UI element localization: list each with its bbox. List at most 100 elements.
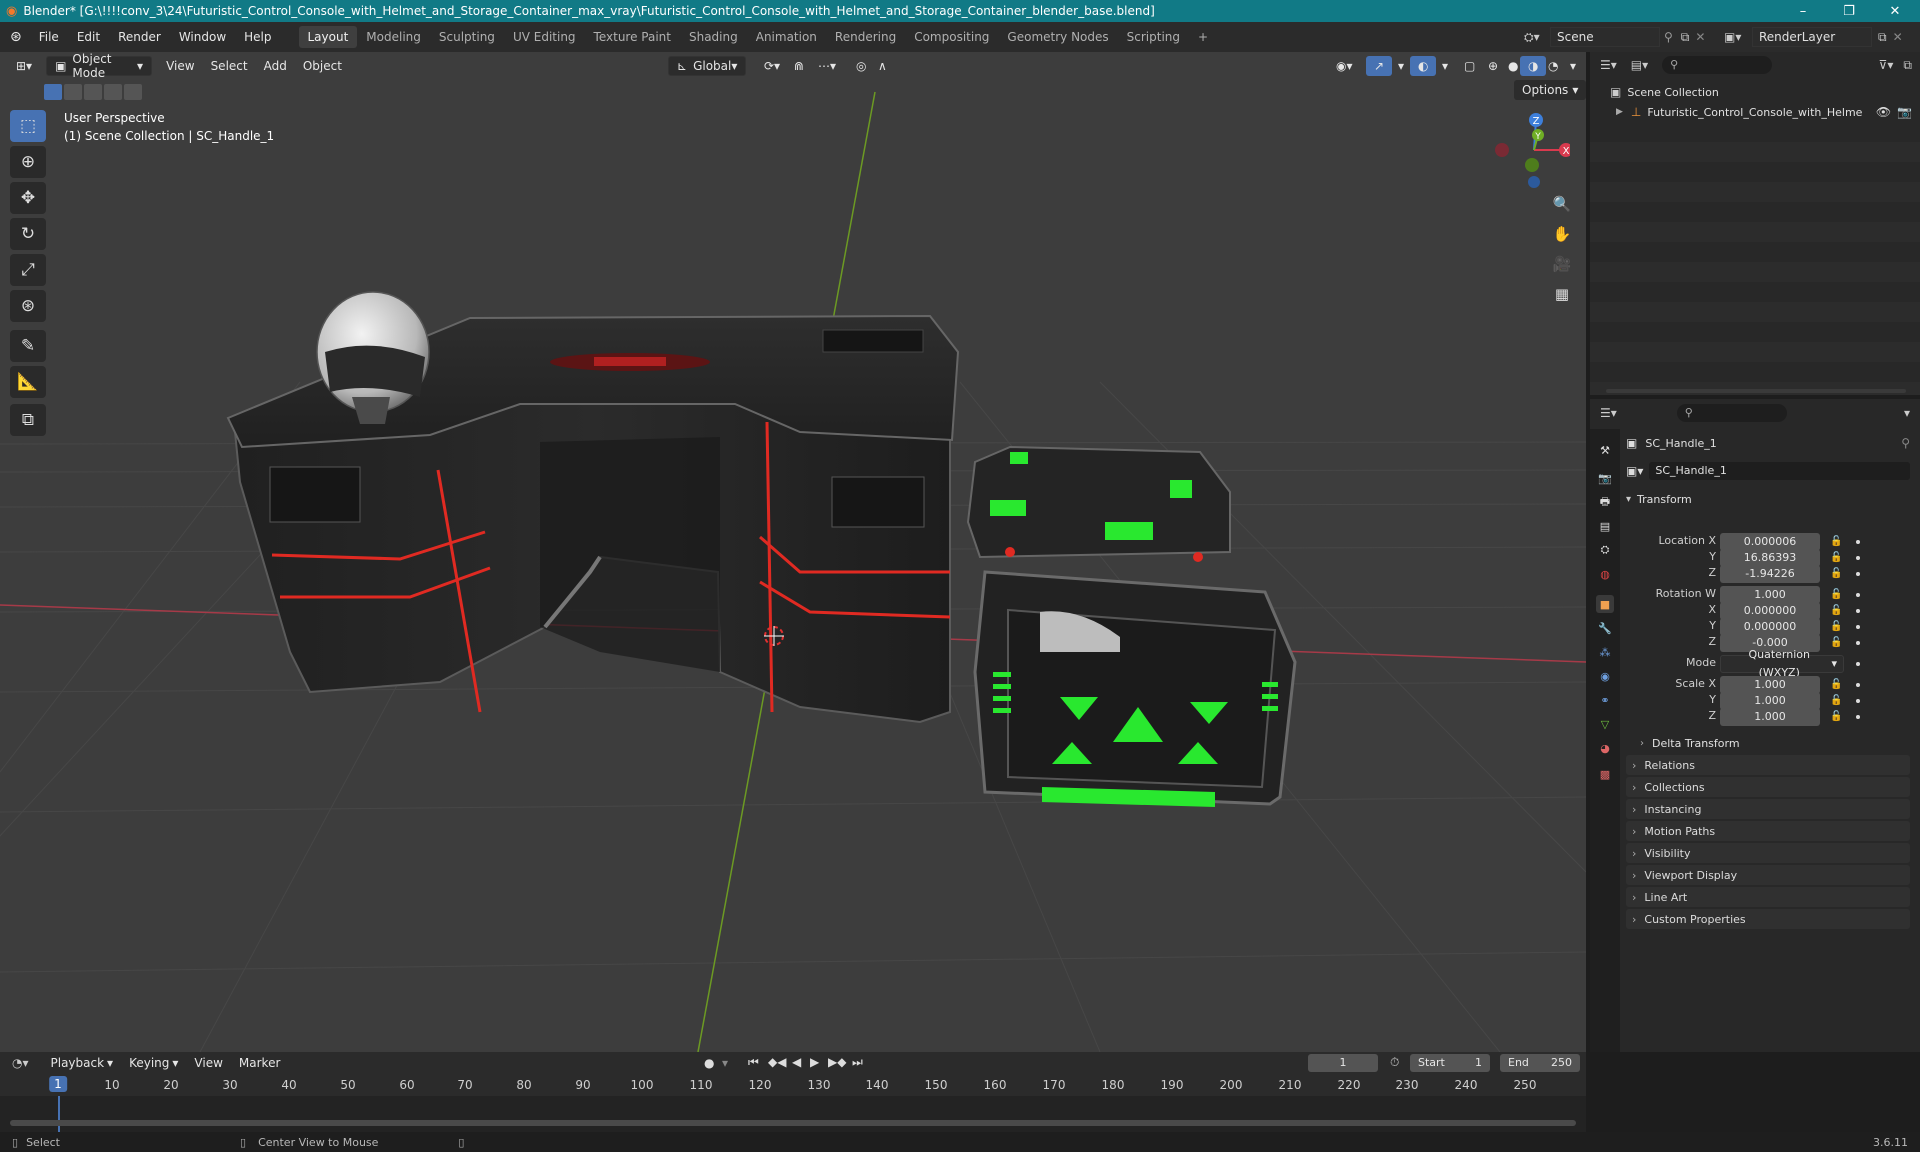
modifier-tab-icon[interactable]: 🔧: [1596, 619, 1614, 637]
render-tab-icon[interactable]: 📷: [1596, 469, 1614, 487]
maximize-button[interactable]: ❐: [1826, 0, 1872, 22]
keyframe-dot[interactable]: [1856, 683, 1860, 687]
workspace-tab-geometry-nodes[interactable]: Geometry Nodes: [998, 26, 1117, 48]
new-scene-icon[interactable]: ⧉: [1681, 30, 1690, 45]
keyframe-dot[interactable]: [1856, 593, 1860, 597]
workspace-tab-animation[interactable]: Animation: [747, 26, 826, 48]
keyframe-dot[interactable]: [1856, 641, 1860, 645]
record-icon[interactable]: ●: [704, 1056, 714, 1070]
stopwatch-icon[interactable]: ⏱: [1390, 1055, 1399, 1070]
snap-target-icon[interactable]: ⋯▾: [810, 56, 844, 76]
add-cube-tool[interactable]: ⧉: [10, 404, 46, 436]
lock-icon[interactable]: 🔓: [1830, 605, 1842, 616]
workspace-tab-scripting[interactable]: Scripting: [1118, 26, 1189, 48]
options-dropdown[interactable]: Options ▾: [1514, 80, 1586, 100]
play-icon[interactable]: ▶: [810, 1055, 819, 1069]
material-tab-icon[interactable]: ◕: [1596, 739, 1614, 757]
zoom-icon[interactable]: 🔍: [1548, 190, 1576, 218]
delete-layer-icon[interactable]: ✕: [1893, 30, 1903, 44]
properties-search-field[interactable]: ⚲: [1676, 404, 1787, 422]
timeline-menu-marker[interactable]: Marker: [231, 1053, 288, 1073]
lock-icon[interactable]: 🔓: [1830, 621, 1842, 632]
camera-view-icon[interactable]: 🎥: [1548, 250, 1576, 278]
overlays-dropdown-icon[interactable]: ▾: [1434, 56, 1456, 76]
gizmo-toggle-icon[interactable]: ↗: [1366, 56, 1393, 76]
gizmo-neg-y-handle[interactable]: [1525, 158, 1539, 172]
end-frame-field[interactable]: End 250: [1500, 1054, 1580, 1072]
storage-container-model[interactable]: [973, 570, 1297, 807]
lock-icon[interactable]: 🔓: [1830, 695, 1842, 706]
menu-render[interactable]: Render: [109, 30, 170, 44]
delta-transform-subpanel[interactable]: › Delta Transform: [1640, 733, 1910, 753]
select-intersect-icon[interactable]: [124, 84, 142, 100]
viewport-menu-add[interactable]: Add: [256, 56, 295, 76]
select-invert-icon[interactable]: [104, 84, 122, 100]
workspace-tab-modeling[interactable]: Modeling: [357, 26, 430, 48]
workspace-tab-uv-editing[interactable]: UV Editing: [504, 26, 585, 48]
next-keyframe-icon[interactable]: ▶◆: [828, 1055, 846, 1069]
timeline-menu-view[interactable]: View: [186, 1053, 230, 1073]
menu-file[interactable]: File: [30, 30, 68, 44]
timeline-editor-icon[interactable]: ◔▾: [12, 1056, 29, 1070]
storage-container-lid-model[interactable]: [966, 445, 1231, 562]
menu-edit[interactable]: Edit: [68, 30, 109, 44]
select-extend-icon[interactable]: [64, 84, 82, 100]
gizmo-neg-z-handle[interactable]: [1528, 176, 1540, 188]
pin-icon[interactable]: ⚲: [1664, 30, 1673, 44]
timeline-scrollbar[interactable]: [10, 1120, 1576, 1126]
ortho-grid-icon[interactable]: ▦: [1548, 280, 1576, 308]
object-tab-icon[interactable]: ■: [1596, 595, 1614, 613]
pan-hand-icon[interactable]: ✋: [1548, 220, 1576, 248]
view-layer-tab-icon[interactable]: ▤: [1596, 517, 1614, 535]
scene-icon[interactable]: ⛭▾: [1524, 30, 1550, 45]
frame-ruler[interactable]: 1 10 20 30 40 50 60 70 80 90 100 110 120…: [0, 1074, 1586, 1096]
transform-tool[interactable]: ⊛: [10, 290, 46, 322]
keyframe-dot[interactable]: [1856, 625, 1860, 629]
line-art-panel[interactable]: › Line Art: [1626, 887, 1910, 907]
properties-options-icon[interactable]: ▾: [1904, 406, 1910, 420]
rotate-tool[interactable]: ↻: [10, 218, 46, 250]
camera-icon[interactable]: 📷: [1897, 105, 1912, 119]
3d-cursor-icon[interactable]: [764, 626, 784, 646]
output-tab-icon[interactable]: 🖶: [1596, 493, 1614, 511]
move-tool[interactable]: ✥: [10, 182, 46, 214]
play-reverse-icon[interactable]: ◀: [792, 1055, 801, 1069]
visibility-panel[interactable]: › Visibility: [1626, 843, 1910, 863]
annotate-tool[interactable]: ✎: [10, 330, 46, 362]
datablock-name-field[interactable]: SC_Handle_1: [1649, 462, 1910, 480]
keyframe-dot[interactable]: [1856, 540, 1860, 544]
workspace-tab-rendering[interactable]: Rendering: [826, 26, 905, 48]
filter-icon[interactable]: ⊽▾: [1879, 58, 1894, 72]
gizmo-dropdown-icon[interactable]: ▾: [1390, 56, 1412, 76]
custom-properties-panel[interactable]: › Custom Properties: [1626, 909, 1910, 929]
jump-start-icon[interactable]: ⏮: [748, 1055, 759, 1070]
lock-icon[interactable]: 🔓: [1830, 679, 1842, 690]
world-tab-icon[interactable]: ◍: [1596, 565, 1614, 583]
timeline-menu-playback[interactable]: Playback ▾: [43, 1053, 122, 1073]
transform-orientation-dropdown[interactable]: ⊾ Global ▾: [668, 56, 746, 76]
outliner-search-field[interactable]: ⚲: [1662, 56, 1773, 74]
object-mode-dropdown[interactable]: ▣ Object Mode ▾: [46, 52, 153, 80]
outliner-item[interactable]: ▶ ⊥ Futuristic_Control_Console_with_Helm…: [1616, 102, 1916, 122]
datablock-browse-icon[interactable]: ▣▾: [1626, 464, 1643, 478]
transform-panel-header[interactable]: ▾ Transform: [1626, 489, 1910, 509]
lock-icon[interactable]: 🔓: [1830, 711, 1842, 722]
blender-menu-icon[interactable]: ⊛: [10, 29, 22, 45]
outliner-scene-collection[interactable]: ▣ Scene Collection: [1610, 82, 1719, 102]
select-subtract-icon[interactable]: [84, 84, 102, 100]
tool-tab-icon[interactable]: ⚒: [1596, 441, 1614, 459]
expand-arrow-icon[interactable]: ▶: [1616, 107, 1623, 117]
prev-keyframe-icon[interactable]: ◆◀: [768, 1055, 786, 1069]
keyframe-dot[interactable]: [1856, 572, 1860, 576]
playhead-line[interactable]: [58, 1096, 60, 1132]
lock-icon[interactable]: 🔓: [1830, 536, 1842, 547]
current-frame-field[interactable]: 1: [1308, 1054, 1378, 1072]
new-layer-icon[interactable]: ⧉: [1878, 30, 1887, 45]
minimize-button[interactable]: –: [1780, 0, 1826, 22]
snap-icon[interactable]: ⋒: [786, 56, 812, 76]
jump-end-icon[interactable]: ⏭: [852, 1055, 863, 1070]
falloff-icon[interactable]: ∧: [870, 56, 895, 76]
workspace-tab-sculpting[interactable]: Sculpting: [430, 26, 504, 48]
display-mode-icon[interactable]: ▤▾: [1631, 58, 1648, 72]
constraints-tab-icon[interactable]: ⚭: [1596, 691, 1614, 709]
